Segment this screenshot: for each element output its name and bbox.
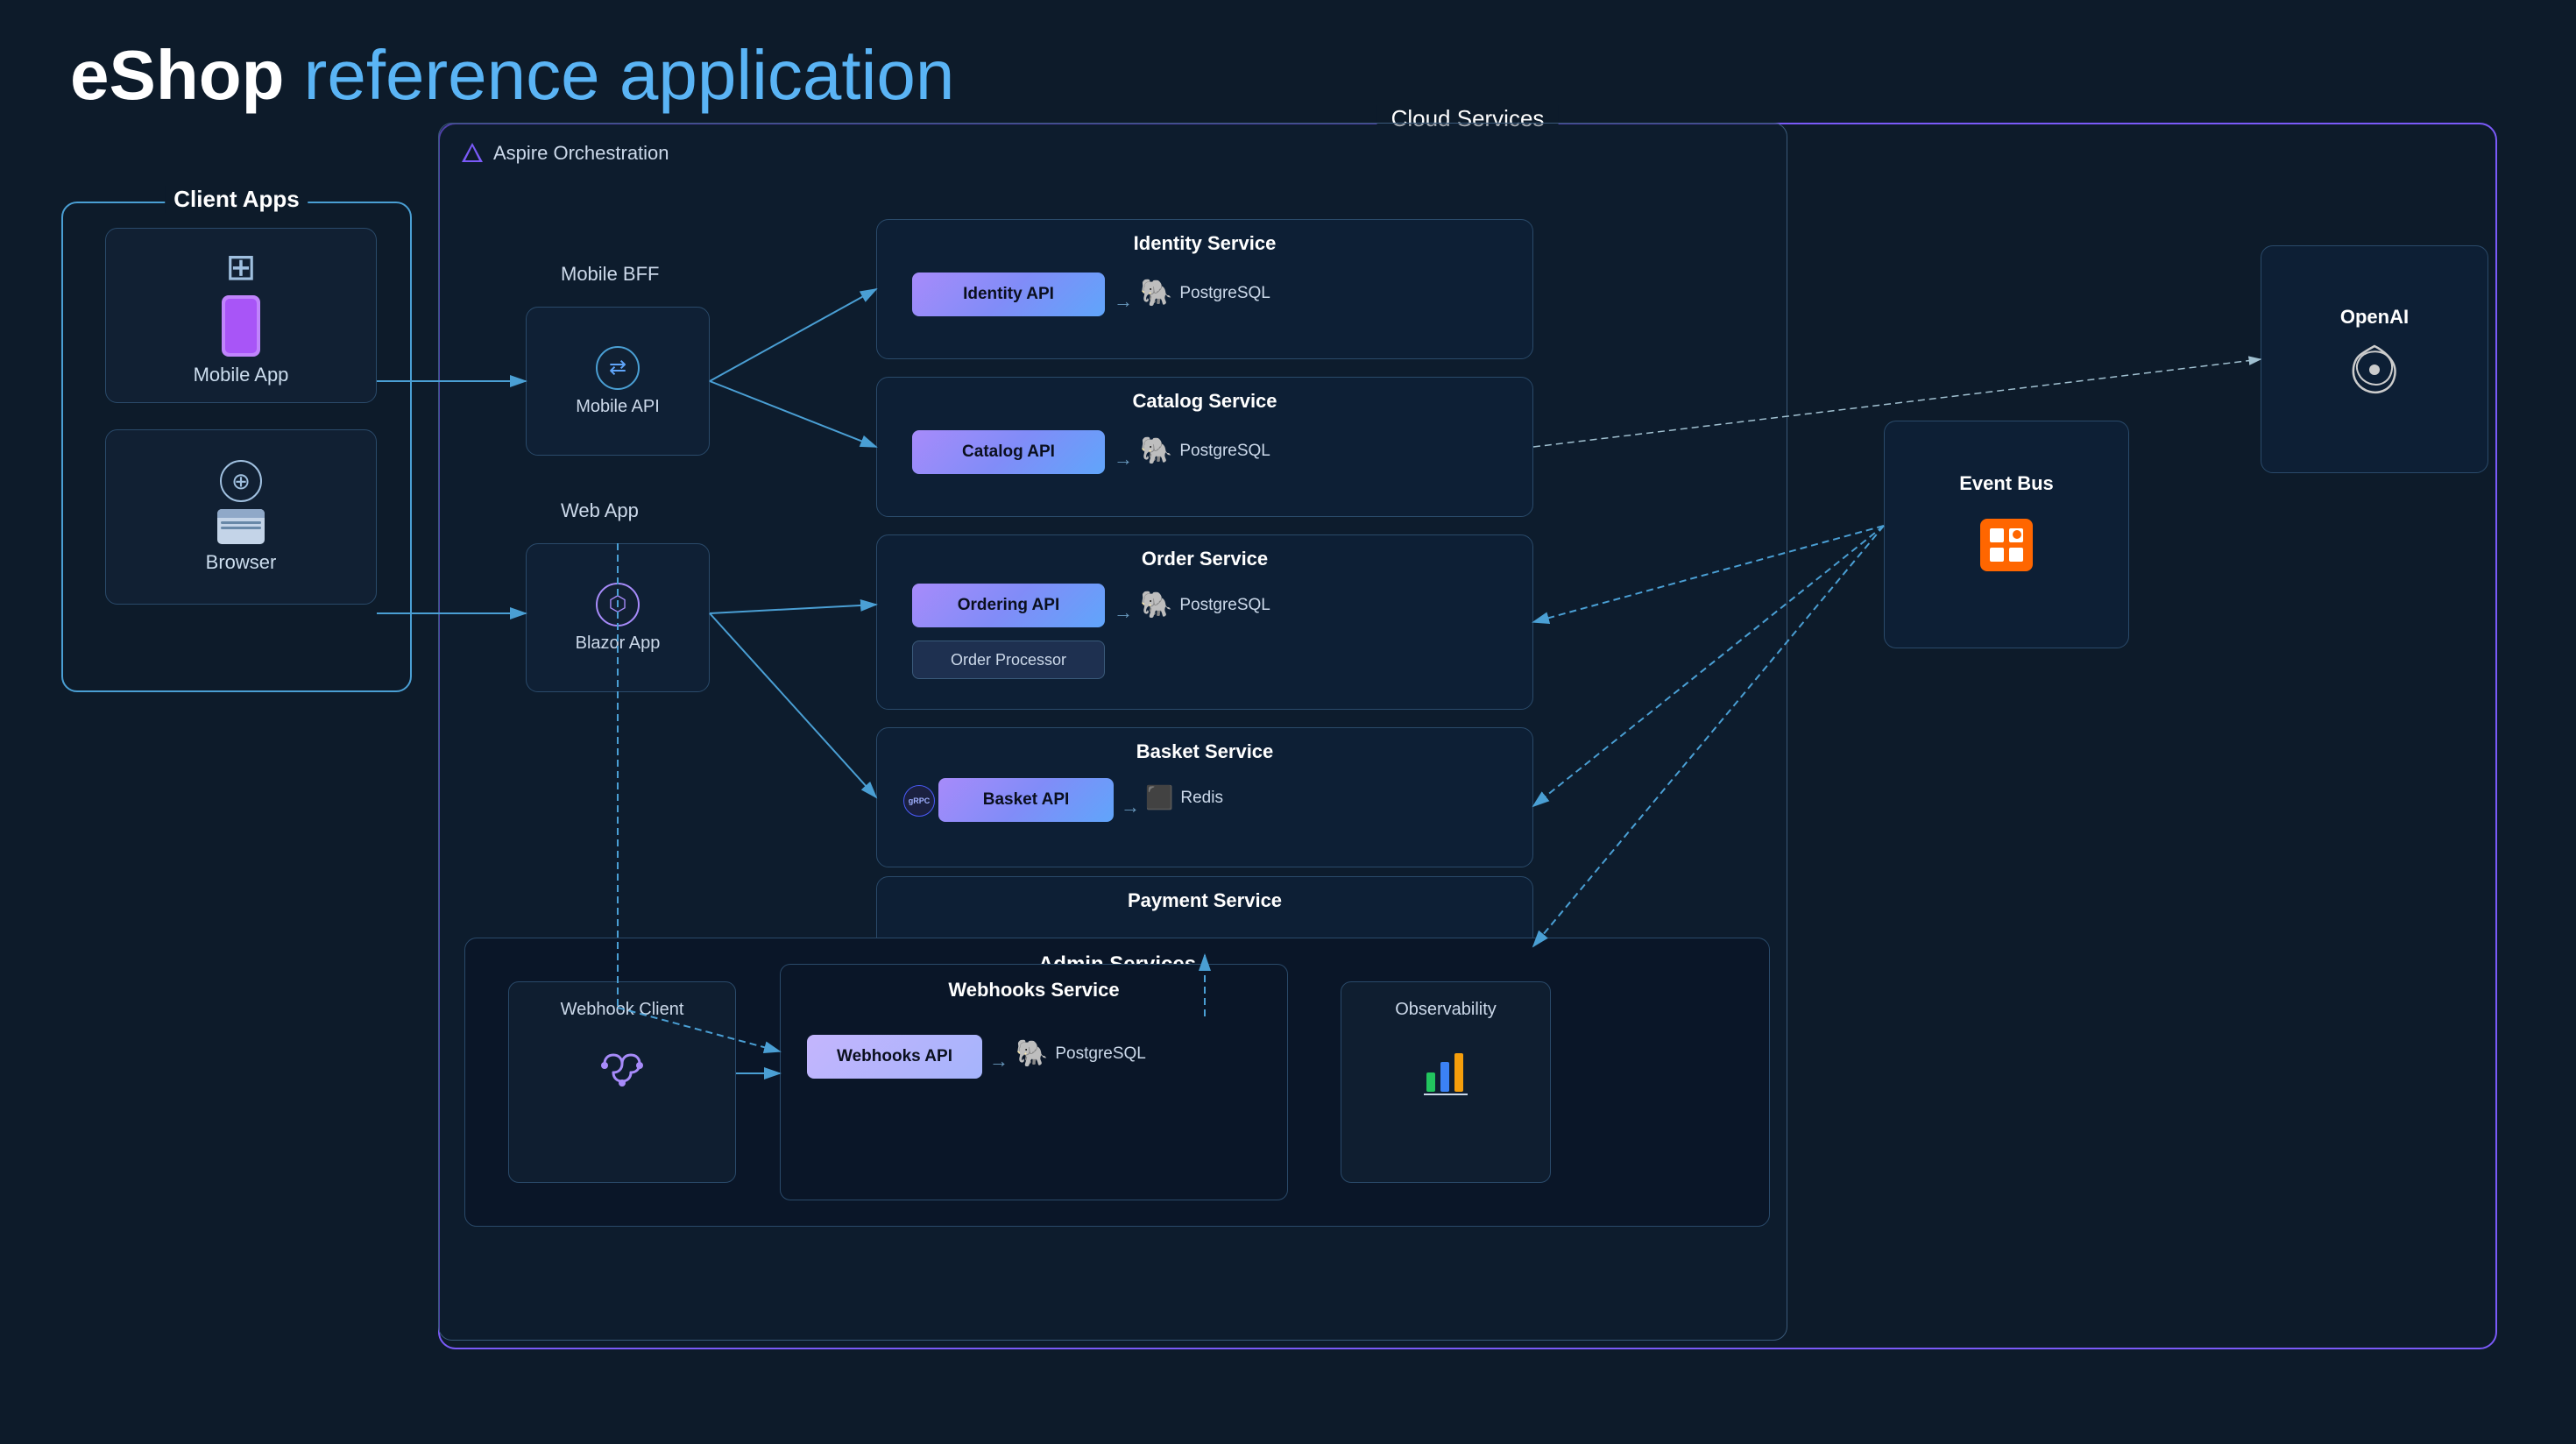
catalog-db-label: PostgreSQL <box>1179 442 1270 461</box>
observability-title: Observability <box>1395 1000 1497 1020</box>
basket-api-pill: Basket API <box>938 778 1114 822</box>
mobile-api-card: ⇄ Mobile API <box>526 307 710 456</box>
webhooks-api-pill: Webhooks API <box>807 1035 982 1079</box>
identity-service-box: Identity Service Identity API → 🐘 Postgr… <box>876 219 1533 359</box>
order-db: 🐘 PostgreSQL <box>1140 590 1270 620</box>
catalog-service-title: Catalog Service <box>877 390 1532 413</box>
basket-service-title: Basket Service <box>877 740 1532 763</box>
browser-card: ⊕ Browser <box>105 429 377 605</box>
webhooks-service-box: Webhooks Service Webhooks API → 🐘 Postgr… <box>780 964 1288 1200</box>
basket-api-label: Basket API <box>983 790 1070 810</box>
aspire-icon <box>460 141 485 166</box>
mobile-bff-section-label: Mobile BFF <box>561 263 659 286</box>
webhooks-db: 🐘 PostgreSQL <box>1016 1038 1146 1069</box>
basket-db-label: Redis <box>1180 789 1223 808</box>
title-bold: eShop <box>70 36 284 114</box>
grid-icon: ⊞ <box>225 245 256 288</box>
identity-db: 🐘 PostgreSQL <box>1140 278 1270 308</box>
browser-label: Browser <box>206 551 277 574</box>
webhook-client-box: Webhook Client <box>508 981 736 1183</box>
mobile-app-card: ⊞ Mobile App <box>105 228 377 403</box>
basket-arrow: → <box>1121 796 1140 818</box>
globe-icon: ⊕ <box>220 460 262 502</box>
web-app-section-label: Web App <box>561 499 639 522</box>
order-processor-pill: Order Processor <box>912 641 1105 679</box>
order-service-title: Order Service <box>877 548 1532 570</box>
catalog-db: 🐘 PostgreSQL <box>1140 435 1270 466</box>
grpc-badge: gRPC <box>903 785 935 817</box>
basket-service-box: Basket Service gRPC Basket API → ⬛ Redis <box>876 727 1533 867</box>
catalog-service-box: Catalog Service Catalog API → 🐘 PostgreS… <box>876 377 1533 517</box>
openai-icon <box>2344 339 2405 413</box>
blazor-app-card: ⬡ Blazor App <box>526 543 710 692</box>
webhook-client-title: Webhook Client <box>561 1000 684 1020</box>
basket-db: ⬛ Redis <box>1145 784 1223 811</box>
postgres-icon-4: 🐘 <box>1016 1038 1048 1069</box>
catalog-arrow: → <box>1114 448 1133 471</box>
webhooks-service-title: Webhooks Service <box>781 979 1287 1002</box>
identity-arrow: → <box>1114 290 1133 313</box>
webhook-icon <box>596 1046 648 1110</box>
order-db-label: PostgreSQL <box>1179 596 1270 615</box>
postgres-icon: 🐘 <box>1140 278 1172 308</box>
blazor-app-label: Blazor App <box>576 634 661 654</box>
openai-box: OpenAI <box>2261 245 2488 473</box>
webhooks-api-label: Webhooks API <box>837 1047 952 1066</box>
order-arrow: → <box>1114 601 1133 624</box>
order-service-box: Order Service Ordering API Order Process… <box>876 534 1533 710</box>
postgres-icon-2: 🐘 <box>1140 435 1172 466</box>
aspire-text: Aspire Orchestration <box>493 142 669 165</box>
catalog-api-label: Catalog API <box>962 442 1055 462</box>
mobile-api-label: Mobile API <box>576 397 660 417</box>
identity-service-title: Identity Service <box>877 232 1532 255</box>
observability-box: Observability <box>1341 981 1551 1183</box>
client-apps-label: Client Apps <box>165 186 308 213</box>
openai-title: OpenAI <box>2340 306 2409 329</box>
payment-service-title: Payment Service <box>877 889 1532 912</box>
event-bus-title: Event Bus <box>1959 472 2054 495</box>
phone-graphic <box>222 295 260 357</box>
browser-graphic <box>217 509 265 544</box>
page-title: eShop reference application <box>70 35 954 116</box>
event-bus-box: Event Bus <box>1884 421 2129 648</box>
order-processor-label: Order Processor <box>951 651 1066 669</box>
blazor-icon: ⬡ <box>596 583 640 626</box>
rabbitmq-icon <box>1976 514 2037 588</box>
webhooks-db-label: PostgreSQL <box>1055 1044 1146 1064</box>
ordering-api-pill: Ordering API <box>912 584 1105 627</box>
catalog-api-pill: Catalog API <box>912 430 1105 474</box>
webhooks-arrow: → <box>989 1050 1008 1072</box>
identity-api-label: Identity API <box>963 285 1054 304</box>
observability-icon <box>1419 1046 1472 1109</box>
postgres-icon-3: 🐘 <box>1140 590 1172 620</box>
identity-api-pill: Identity API <box>912 273 1105 316</box>
ordering-api-label: Ordering API <box>958 596 1059 615</box>
mobile-api-icon: ⇄ <box>596 346 640 390</box>
aspire-label: Aspire Orchestration <box>460 141 669 166</box>
identity-db-label: PostgreSQL <box>1179 284 1270 303</box>
title-rest: reference application <box>284 36 954 114</box>
mobile-app-label: Mobile App <box>194 364 289 386</box>
redis-icon: ⬛ <box>1145 784 1173 811</box>
